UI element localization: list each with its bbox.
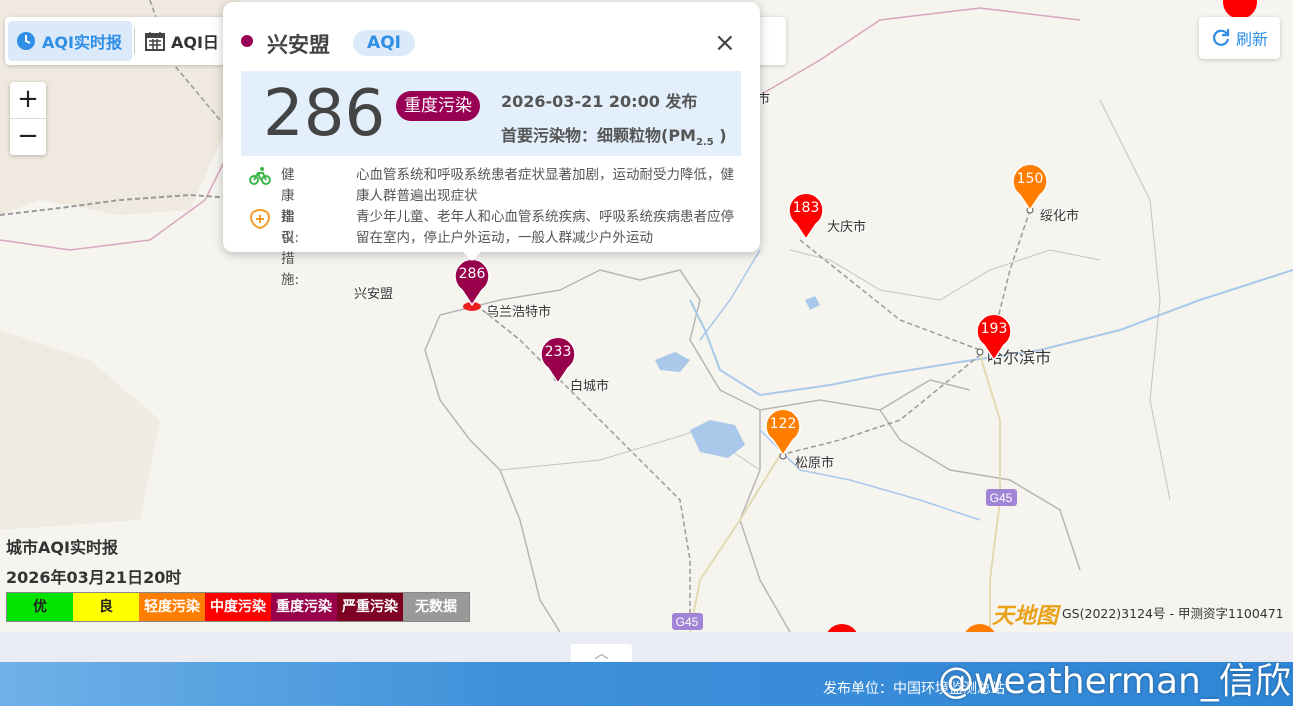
zoom-out-button[interactable]: − <box>10 119 46 155</box>
refresh-label: 刷新 <box>1235 30 1268 49</box>
pollutant-close: ) <box>713 126 727 145</box>
popup-level-badge: 重度污染 <box>396 91 480 121</box>
popup-publish-time: 2026-03-21 20:00 发布 <box>501 92 698 111</box>
aqi-marker[interactable]: 150 <box>1012 165 1048 211</box>
footer-panel: ︿ 发布单位：中国环境监测总站 @weatherman_信欣 <box>0 632 1293 706</box>
tab-aqi-daily[interactable]: AQI日 <box>137 21 229 61</box>
refresh-icon <box>1213 29 1230 46</box>
toolbar-divider <box>133 28 135 54</box>
tianditu-logo: 天地图 <box>992 603 1059 629</box>
aqi-marker-value: 233 <box>544 344 572 360</box>
city-label-ulanhot: 乌兰浩特市 <box>486 305 552 320</box>
legend-item: 良 <box>73 593 139 621</box>
road-shield-label: G45 <box>990 491 1013 505</box>
aqi-marker-value: 122 <box>769 416 797 432</box>
pollutant-text: 首要污染物：细颗粒物(PM <box>501 126 696 145</box>
popup-city-name: 兴安盟 <box>267 33 330 57</box>
legend-item: 优 <box>7 593 73 621</box>
aqi-marker[interactable]: 122 <box>765 410 801 456</box>
aqi-marker-value: 183 <box>792 200 820 216</box>
legend-item: 中度污染 <box>205 593 271 621</box>
calendar-icon <box>144 32 165 51</box>
pollutant-subscript: 2.5 <box>695 137 714 149</box>
aqi-marker[interactable]: 233 <box>540 338 576 384</box>
city-label-daqing: 大庆市 <box>827 220 867 235</box>
popup-summary: 286 重度污染 2026-03-21 20:00 发布 首要污染物：细颗粒物(… <box>241 71 741 156</box>
legend-item: 重度污染 <box>271 593 337 621</box>
legend-title: 城市AQI实时报 <box>6 538 118 557</box>
map-copyright: GS(2022)3124号 - 甲测资字1100471 <box>1062 606 1284 621</box>
chevron-up-icon: ︿ <box>594 646 609 662</box>
refresh-button[interactable]: 刷新 <box>1199 17 1280 59</box>
aqi-marker[interactable]: 193 <box>976 315 1012 361</box>
close-icon[interactable]: × <box>714 28 736 58</box>
aqi-legend: 优 良 轻度污染 中度污染 重度污染 严重污染 无数据 <box>6 592 470 622</box>
legend-item: 轻度污染 <box>139 593 205 621</box>
weibo-watermark: @weatherman_信欣 <box>938 661 1291 702</box>
legend-item: 无数据 <box>403 593 469 621</box>
expand-handle[interactable]: ︿ <box>571 644 632 664</box>
shield-plus-icon <box>249 209 271 229</box>
aqi-marker[interactable]: 183 <box>788 194 824 240</box>
popup-primary-pollutant: 首要污染物：细颗粒物(PM2.5 ) <box>501 122 727 148</box>
zoom-control: + − <box>10 82 46 155</box>
health-text: 心血管系统和呼吸系统患者症状显著加剧，运动耐受力降低，健康人群普遍出现症状 <box>356 167 734 204</box>
aqi-marker-value: 150 <box>1016 171 1044 187</box>
clock-icon <box>17 32 35 50</box>
popup-aqi-value: 286 <box>263 77 386 151</box>
road-shield-label: G45 <box>676 615 699 629</box>
tab-aqi-realtime[interactable]: AQI实时报 <box>8 21 132 61</box>
city-info-popup: 兴安盟 AQI × 286 重度污染 2026-03-21 20:00 发布 首… <box>223 2 760 288</box>
level-dot <box>241 35 253 47</box>
tab-aqi-realtime-label: AQI实时报 <box>42 33 122 52</box>
advice-label: 建议措施: <box>281 209 300 288</box>
bicycle-icon <box>249 167 271 185</box>
zoom-in-button[interactable]: + <box>10 82 46 119</box>
aqi-marker[interactable]: 286 <box>454 260 490 306</box>
advice-text: 青少年儿童、老年人和心血管系统疾病、呼吸系统疾病患者应停留在室内，停止户外运动，… <box>356 209 734 246</box>
legend-item: 严重污染 <box>337 593 403 621</box>
aqi-marker-value: 286 <box>458 266 486 282</box>
legend-date: 2026年03月21日20时 <box>6 568 182 587</box>
tab-aqi-daily-label: AQI日 <box>170 33 219 52</box>
popup-aqi-badge: AQI <box>353 30 415 56</box>
aqi-marker-value: 193 <box>980 321 1008 337</box>
region-label: 兴安盟 <box>354 287 394 302</box>
